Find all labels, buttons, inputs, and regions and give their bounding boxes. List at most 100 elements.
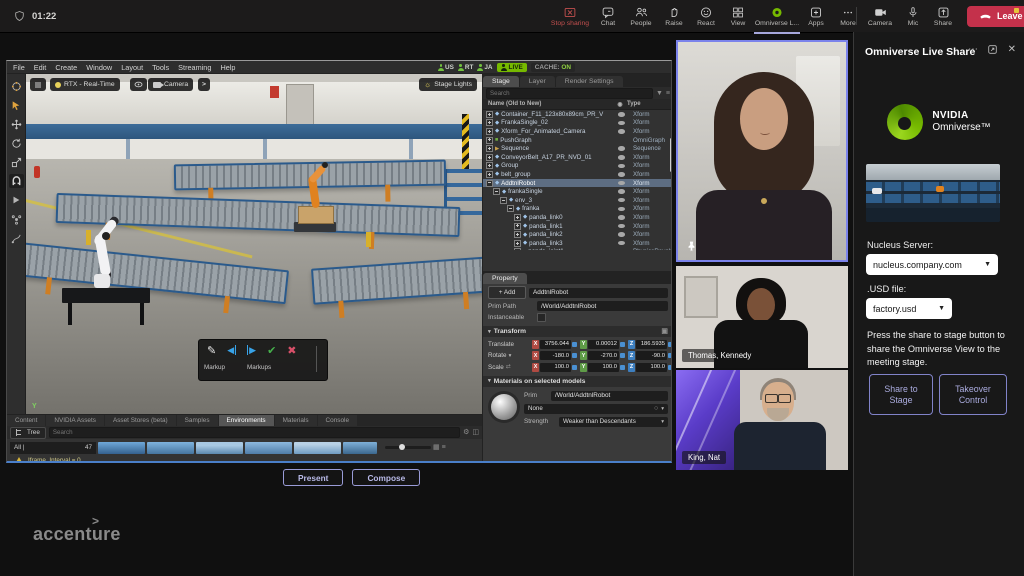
- thumbnail-size-slider[interactable]: [385, 446, 431, 449]
- tree-row[interactable]: ◆Xform_For_Animated_CameraXform: [483, 127, 672, 136]
- collapse-icon[interactable]: [500, 197, 507, 204]
- tree-row[interactable]: ◆frankaXform: [483, 205, 672, 214]
- sky-thumbnail[interactable]: [147, 442, 194, 454]
- video-tile-middle[interactable]: Thomas, Kennedy: [676, 266, 848, 368]
- scale-y-toggle[interactable]: [620, 365, 625, 370]
- sky-thumbnail[interactable]: [245, 442, 292, 454]
- visibility-eye-icon[interactable]: [618, 232, 625, 237]
- menu-file[interactable]: File: [13, 63, 25, 72]
- scale-link-icon[interactable]: ⇄: [506, 364, 511, 371]
- tree-row[interactable]: ◆panda_link0Xform: [483, 213, 672, 222]
- expand-icon[interactable]: [486, 162, 493, 169]
- present-button[interactable]: Present: [283, 469, 343, 486]
- pin-icon[interactable]: [685, 240, 698, 253]
- approve-markup-icon[interactable]: ✔: [267, 344, 276, 357]
- share-button[interactable]: Share: [927, 0, 959, 32]
- menu-help[interactable]: Help: [220, 63, 235, 72]
- expand-icon[interactable]: [514, 231, 521, 238]
- tree-row[interactable]: ■panda_joint1PhysicsRevolute: [483, 248, 672, 251]
- visibility-eye-icon[interactable]: [618, 207, 625, 212]
- visibility-eye-icon[interactable]: [618, 121, 625, 126]
- tree-row[interactable]: ■PushGraphOmniGraph: [483, 136, 672, 145]
- tree-row[interactable]: ◆FrankaSingle_02Xform: [483, 119, 672, 128]
- environment-category-cell[interactable]: All |47: [10, 442, 96, 454]
- next-markup-icon[interactable]: ▶: [247, 345, 256, 356]
- list-view-icon[interactable]: ≡: [442, 444, 446, 451]
- menu-tools[interactable]: Tools: [152, 63, 169, 72]
- scale-x-field[interactable]: 100.0: [540, 363, 571, 372]
- physics-tool-icon[interactable]: [9, 212, 24, 226]
- visibility-eye-icon[interactable]: [618, 189, 625, 194]
- tree-row-selected[interactable]: ◆AddtnlRobotXform: [483, 179, 672, 188]
- rotate-tool-icon[interactable]: [9, 136, 24, 150]
- tree-row[interactable]: ◆frankaSingleXform: [483, 187, 672, 196]
- popout-icon[interactable]: [987, 44, 998, 58]
- collapse-icon[interactable]: [486, 180, 493, 187]
- tree-row[interactable]: ◆panda_link1Xform: [483, 222, 672, 231]
- panel-more-icon[interactable]: ⋯: [968, 44, 978, 55]
- video-tile-bottom[interactable]: King, Nat: [676, 370, 848, 470]
- raise-hand-button[interactable]: Raise: [658, 0, 690, 32]
- prim-name-field[interactable]: AddtnlRobot: [529, 288, 668, 298]
- instanceable-checkbox[interactable]: [537, 313, 546, 322]
- reject-markup-icon[interactable]: ✖: [287, 344, 296, 357]
- menu-create[interactable]: Create: [55, 63, 77, 72]
- tree-row[interactable]: ◆env_3Xform: [483, 196, 672, 205]
- expand-icon[interactable]: [486, 154, 493, 161]
- visibility-eye-icon[interactable]: [618, 181, 625, 186]
- select-tool-icon[interactable]: [9, 98, 24, 112]
- apps-button[interactable]: Apps: [800, 0, 832, 32]
- expand-icon[interactable]: [486, 128, 493, 135]
- rotate-x-field[interactable]: -180.0: [540, 351, 571, 360]
- tab-stage[interactable]: Stage: [483, 76, 519, 87]
- menu-edit[interactable]: Edit: [34, 63, 47, 72]
- tab-property[interactable]: Property: [483, 273, 527, 284]
- curve-tool-icon[interactable]: [9, 231, 24, 245]
- viewport-3d[interactable]: RTX - Real-Time Camera > ☼Stage Lights ✎…: [26, 74, 482, 414]
- materials-section-header[interactable]: ▾ Materials on selected models: [483, 376, 672, 387]
- material-dropdown[interactable]: None○▾: [524, 404, 668, 414]
- play-tool-icon[interactable]: [9, 193, 24, 207]
- translate-z-field[interactable]: 186.5935: [636, 340, 667, 349]
- expand-icon[interactable]: [514, 240, 521, 247]
- snap-tool-icon[interactable]: [9, 174, 24, 188]
- tree-row[interactable]: ◆ConveyorBelt_A17_PR_NVD_01Xform: [483, 153, 672, 162]
- visibility-eye-icon[interactable]: [618, 129, 625, 134]
- rotate-z-field[interactable]: -90.0: [636, 351, 667, 360]
- stop-sharing-button[interactable]: Stop sharing: [548, 0, 592, 32]
- rotate-z-toggle[interactable]: [668, 353, 672, 358]
- expand-icon[interactable]: [514, 214, 521, 221]
- strength-dropdown[interactable]: Weaker than Descendants▾: [559, 417, 668, 427]
- rotate-y-toggle[interactable]: [620, 353, 625, 358]
- grid-view-icon[interactable]: ▦: [433, 444, 440, 451]
- add-property-button[interactable]: + Add: [488, 286, 526, 299]
- options-icon[interactable]: ≡: [666, 90, 670, 97]
- video-tile-large[interactable]: [676, 40, 848, 262]
- translate-x-toggle[interactable]: [572, 342, 577, 347]
- expand-icon[interactable]: [486, 171, 493, 178]
- close-panel-icon[interactable]: ✕: [1008, 44, 1016, 55]
- visibility-eye-icon[interactable]: [618, 155, 625, 160]
- tree-row[interactable]: ◆Container_F11_123x80x89cm_PR_VXform: [483, 110, 672, 119]
- camera-selector[interactable]: Camera: [148, 78, 193, 91]
- sky-thumbnail[interactable]: [98, 442, 145, 454]
- tab-environments[interactable]: Environments: [219, 415, 274, 426]
- expand-icon[interactable]: [486, 119, 493, 126]
- tree-row[interactable]: ◆panda_link3Xform: [483, 239, 672, 248]
- translate-x-field[interactable]: 3756.044: [540, 340, 571, 349]
- visibility-eye-icon[interactable]: [618, 112, 625, 117]
- tab-nvidia-assets[interactable]: NVIDIA Assets: [46, 415, 104, 426]
- expand-icon[interactable]: [486, 145, 493, 152]
- compose-button[interactable]: Compose: [352, 469, 420, 486]
- material-prim-field[interactable]: /World/AddtnlRobot: [551, 391, 668, 401]
- markup-pencil-icon[interactable]: ✎: [207, 344, 216, 357]
- rotate-y-field[interactable]: -270.0: [588, 351, 619, 360]
- visibility-eye-icon[interactable]: [618, 146, 625, 151]
- stage-lights-button[interactable]: ☼Stage Lights: [419, 78, 477, 91]
- scale-z-toggle[interactable]: [668, 365, 672, 370]
- mic-button[interactable]: Mic: [899, 0, 927, 32]
- collapse-icon[interactable]: [493, 188, 500, 195]
- visibility-eye-icon[interactable]: [618, 215, 625, 220]
- scale-y-field[interactable]: 100.0: [588, 363, 619, 372]
- sky-thumbnail[interactable]: [196, 442, 243, 454]
